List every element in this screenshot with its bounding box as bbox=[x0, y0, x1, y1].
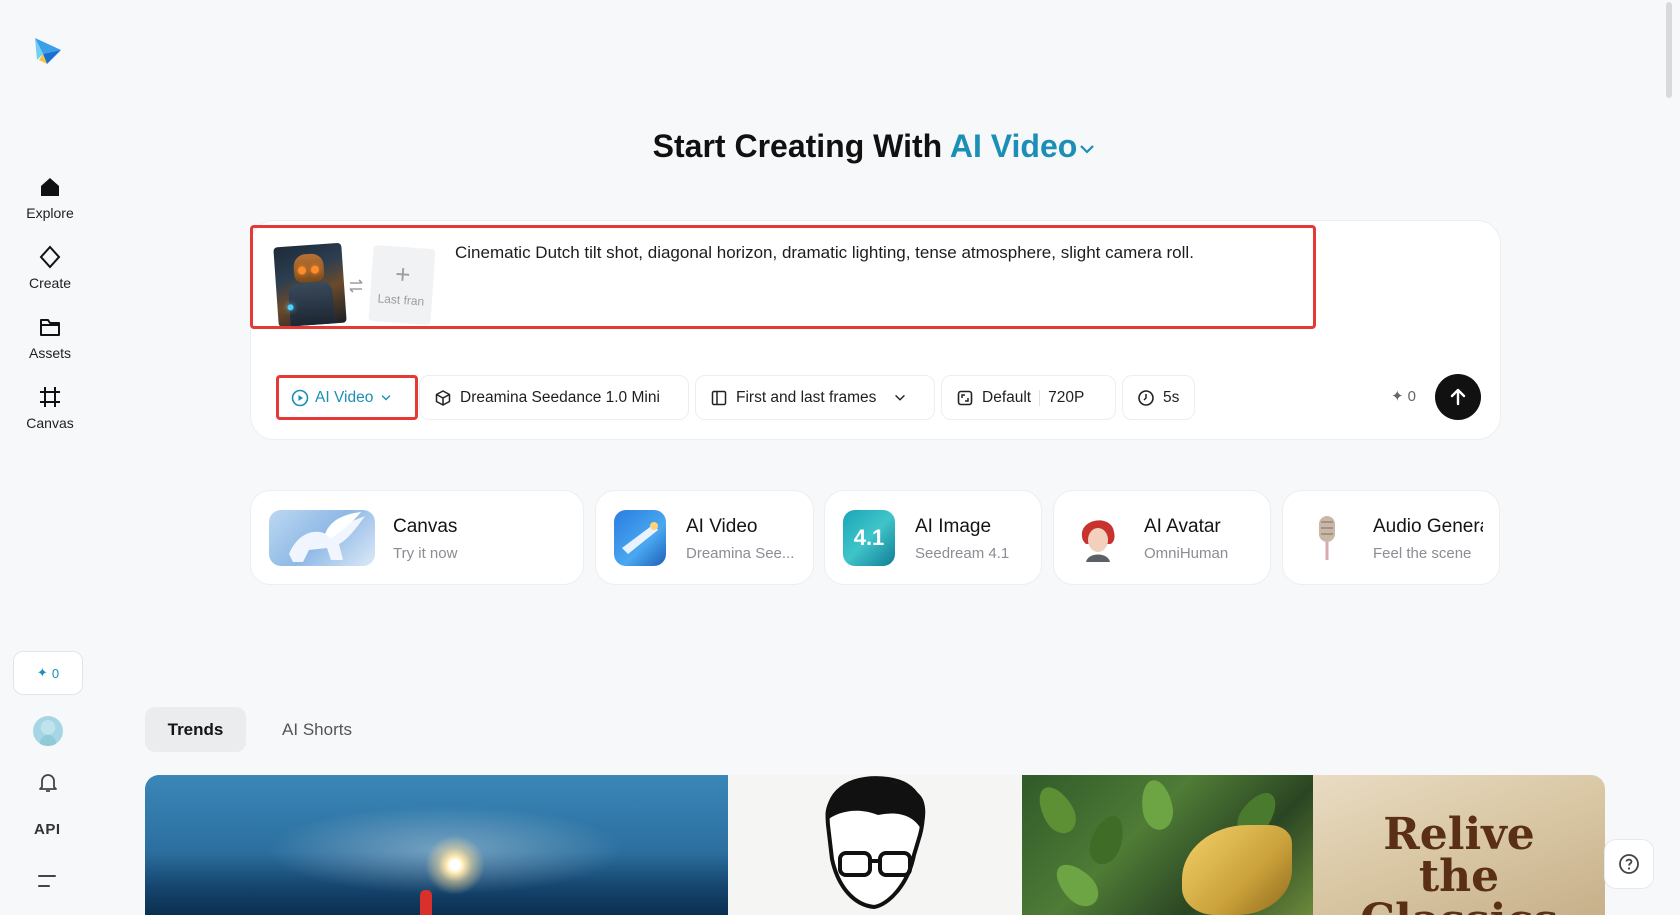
api-link[interactable]: API bbox=[34, 821, 61, 838]
duration-select[interactable]: 5s bbox=[1122, 375, 1195, 420]
feature-title: AI Video bbox=[686, 516, 758, 537]
feature-title: Canvas bbox=[393, 516, 458, 537]
tab-trends[interactable]: Trends bbox=[145, 707, 246, 752]
feature-subtitle: OmniHuman bbox=[1144, 545, 1229, 562]
microphone-thumbnail bbox=[1301, 510, 1353, 566]
page-title: Start Creating With AI Video bbox=[0, 128, 1680, 165]
canvas-thumbnail bbox=[269, 510, 375, 566]
frames-mode-select[interactable]: First and last frames bbox=[695, 375, 935, 420]
divider bbox=[1039, 389, 1041, 406]
feature-title: AI Avatar bbox=[1144, 516, 1221, 537]
frames-mode-label: First and last frames bbox=[736, 388, 877, 406]
chevron-down-icon bbox=[381, 394, 391, 401]
poster-title-line2: the Classics bbox=[1360, 851, 1558, 915]
sidebar-item-label: Explore bbox=[26, 205, 74, 221]
feature-card-ai-avatar[interactable]: AI Avatar OmniHuman bbox=[1053, 490, 1271, 585]
tab-ai-shorts[interactable]: AI Shorts bbox=[272, 707, 362, 752]
ratio-resolution-select[interactable]: Default 720P bbox=[941, 375, 1116, 420]
frames-prompt-highlight bbox=[250, 225, 1316, 329]
feature-subtitle: Dreamina See... bbox=[686, 545, 795, 562]
gallery-item-relive-the-classics[interactable]: Relive the Classics bbox=[1313, 775, 1605, 915]
folder-icon bbox=[40, 319, 60, 336]
resolution-label: 720P bbox=[1048, 388, 1085, 406]
sidebar-item-label: Canvas bbox=[26, 415, 74, 431]
feature-subtitle: Try it now bbox=[393, 545, 458, 562]
ai-image-thumbnail: 4.1 bbox=[843, 510, 895, 566]
arrow-up-icon bbox=[1450, 388, 1466, 406]
frames-icon bbox=[711, 390, 727, 405]
sidebar-item-label: Create bbox=[28, 275, 72, 291]
dreamina-logo[interactable] bbox=[31, 32, 65, 68]
feature-card-canvas[interactable]: Canvas Try it now bbox=[250, 490, 584, 585]
sparkle-icon: ✦ bbox=[36, 665, 48, 680]
gallery-item-sketch-portrait[interactable] bbox=[728, 775, 1022, 915]
clock-icon bbox=[1138, 389, 1154, 406]
feature-card-ai-video[interactable]: AI Video Dreamina See... bbox=[595, 490, 814, 585]
duration-label: 5s bbox=[1163, 388, 1180, 406]
diamond-icon bbox=[39, 245, 61, 269]
credits-value: 0 bbox=[51, 665, 60, 681]
sidebar-item-explore[interactable]: Explore bbox=[10, 175, 90, 235]
aspect-ratio-icon bbox=[957, 390, 973, 405]
mode-switcher[interactable]: AI Video bbox=[950, 128, 1097, 164]
feature-card-audio-generation[interactable]: Audio Genera Feel the scene bbox=[1282, 490, 1500, 585]
feature-subtitle: Seedream 4.1 bbox=[915, 545, 1010, 562]
frame-icon bbox=[40, 387, 60, 407]
feature-title: Audio Genera bbox=[1373, 516, 1483, 537]
home-icon bbox=[41, 178, 59, 196]
chevron-down-icon bbox=[895, 394, 906, 401]
scrollbar[interactable] bbox=[1666, 2, 1672, 98]
sidebar-item-create[interactable]: Create bbox=[10, 245, 90, 305]
credit-cost-value: 0 bbox=[1407, 387, 1416, 405]
feature-subtitle: Feel the scene bbox=[1373, 545, 1472, 562]
ratio-label: Default bbox=[982, 388, 1032, 406]
sidebar-item-canvas[interactable]: Canvas bbox=[10, 385, 90, 445]
cube-icon bbox=[435, 389, 451, 406]
avatar[interactable] bbox=[33, 716, 63, 746]
sparkle-icon: ✦ bbox=[1391, 388, 1404, 405]
question-icon bbox=[1619, 854, 1639, 874]
menu-icon[interactable] bbox=[36, 871, 60, 891]
title-prefix: Start Creating With bbox=[652, 128, 943, 164]
model-select-label: Dreamina Seedance 1.0 Mini bbox=[460, 388, 660, 406]
feature-card-ai-image[interactable]: 4.1 AI Image Seedream 4.1 bbox=[824, 490, 1042, 585]
model-select[interactable]: Dreamina Seedance 1.0 Mini bbox=[419, 375, 689, 420]
gallery-item-leaves[interactable] bbox=[1022, 775, 1313, 915]
video-icon bbox=[291, 389, 309, 406]
mode-select-label: AI Video bbox=[315, 388, 374, 406]
ai-video-thumbnail bbox=[614, 510, 666, 566]
feature-title: AI Image bbox=[915, 516, 992, 537]
gallery-item-light-sea[interactable] bbox=[145, 775, 728, 915]
mode-label: AI Video bbox=[949, 128, 1078, 164]
ai-avatar-thumbnail bbox=[1072, 510, 1124, 566]
credits-chip[interactable]: ✦ 0 bbox=[13, 651, 83, 695]
generate-button[interactable] bbox=[1435, 374, 1481, 420]
sidebar-item-label: Assets bbox=[28, 345, 71, 361]
help-button[interactable] bbox=[1604, 839, 1654, 889]
generation-cost: ✦ 0 bbox=[1391, 387, 1416, 406]
version-badge: 4.1 bbox=[853, 525, 885, 550]
bell-icon[interactable] bbox=[36, 770, 60, 794]
mode-select[interactable]: AI Video bbox=[276, 375, 418, 420]
sidebar-item-assets[interactable]: Assets bbox=[10, 315, 90, 375]
chevron-down-icon bbox=[1080, 144, 1095, 154]
